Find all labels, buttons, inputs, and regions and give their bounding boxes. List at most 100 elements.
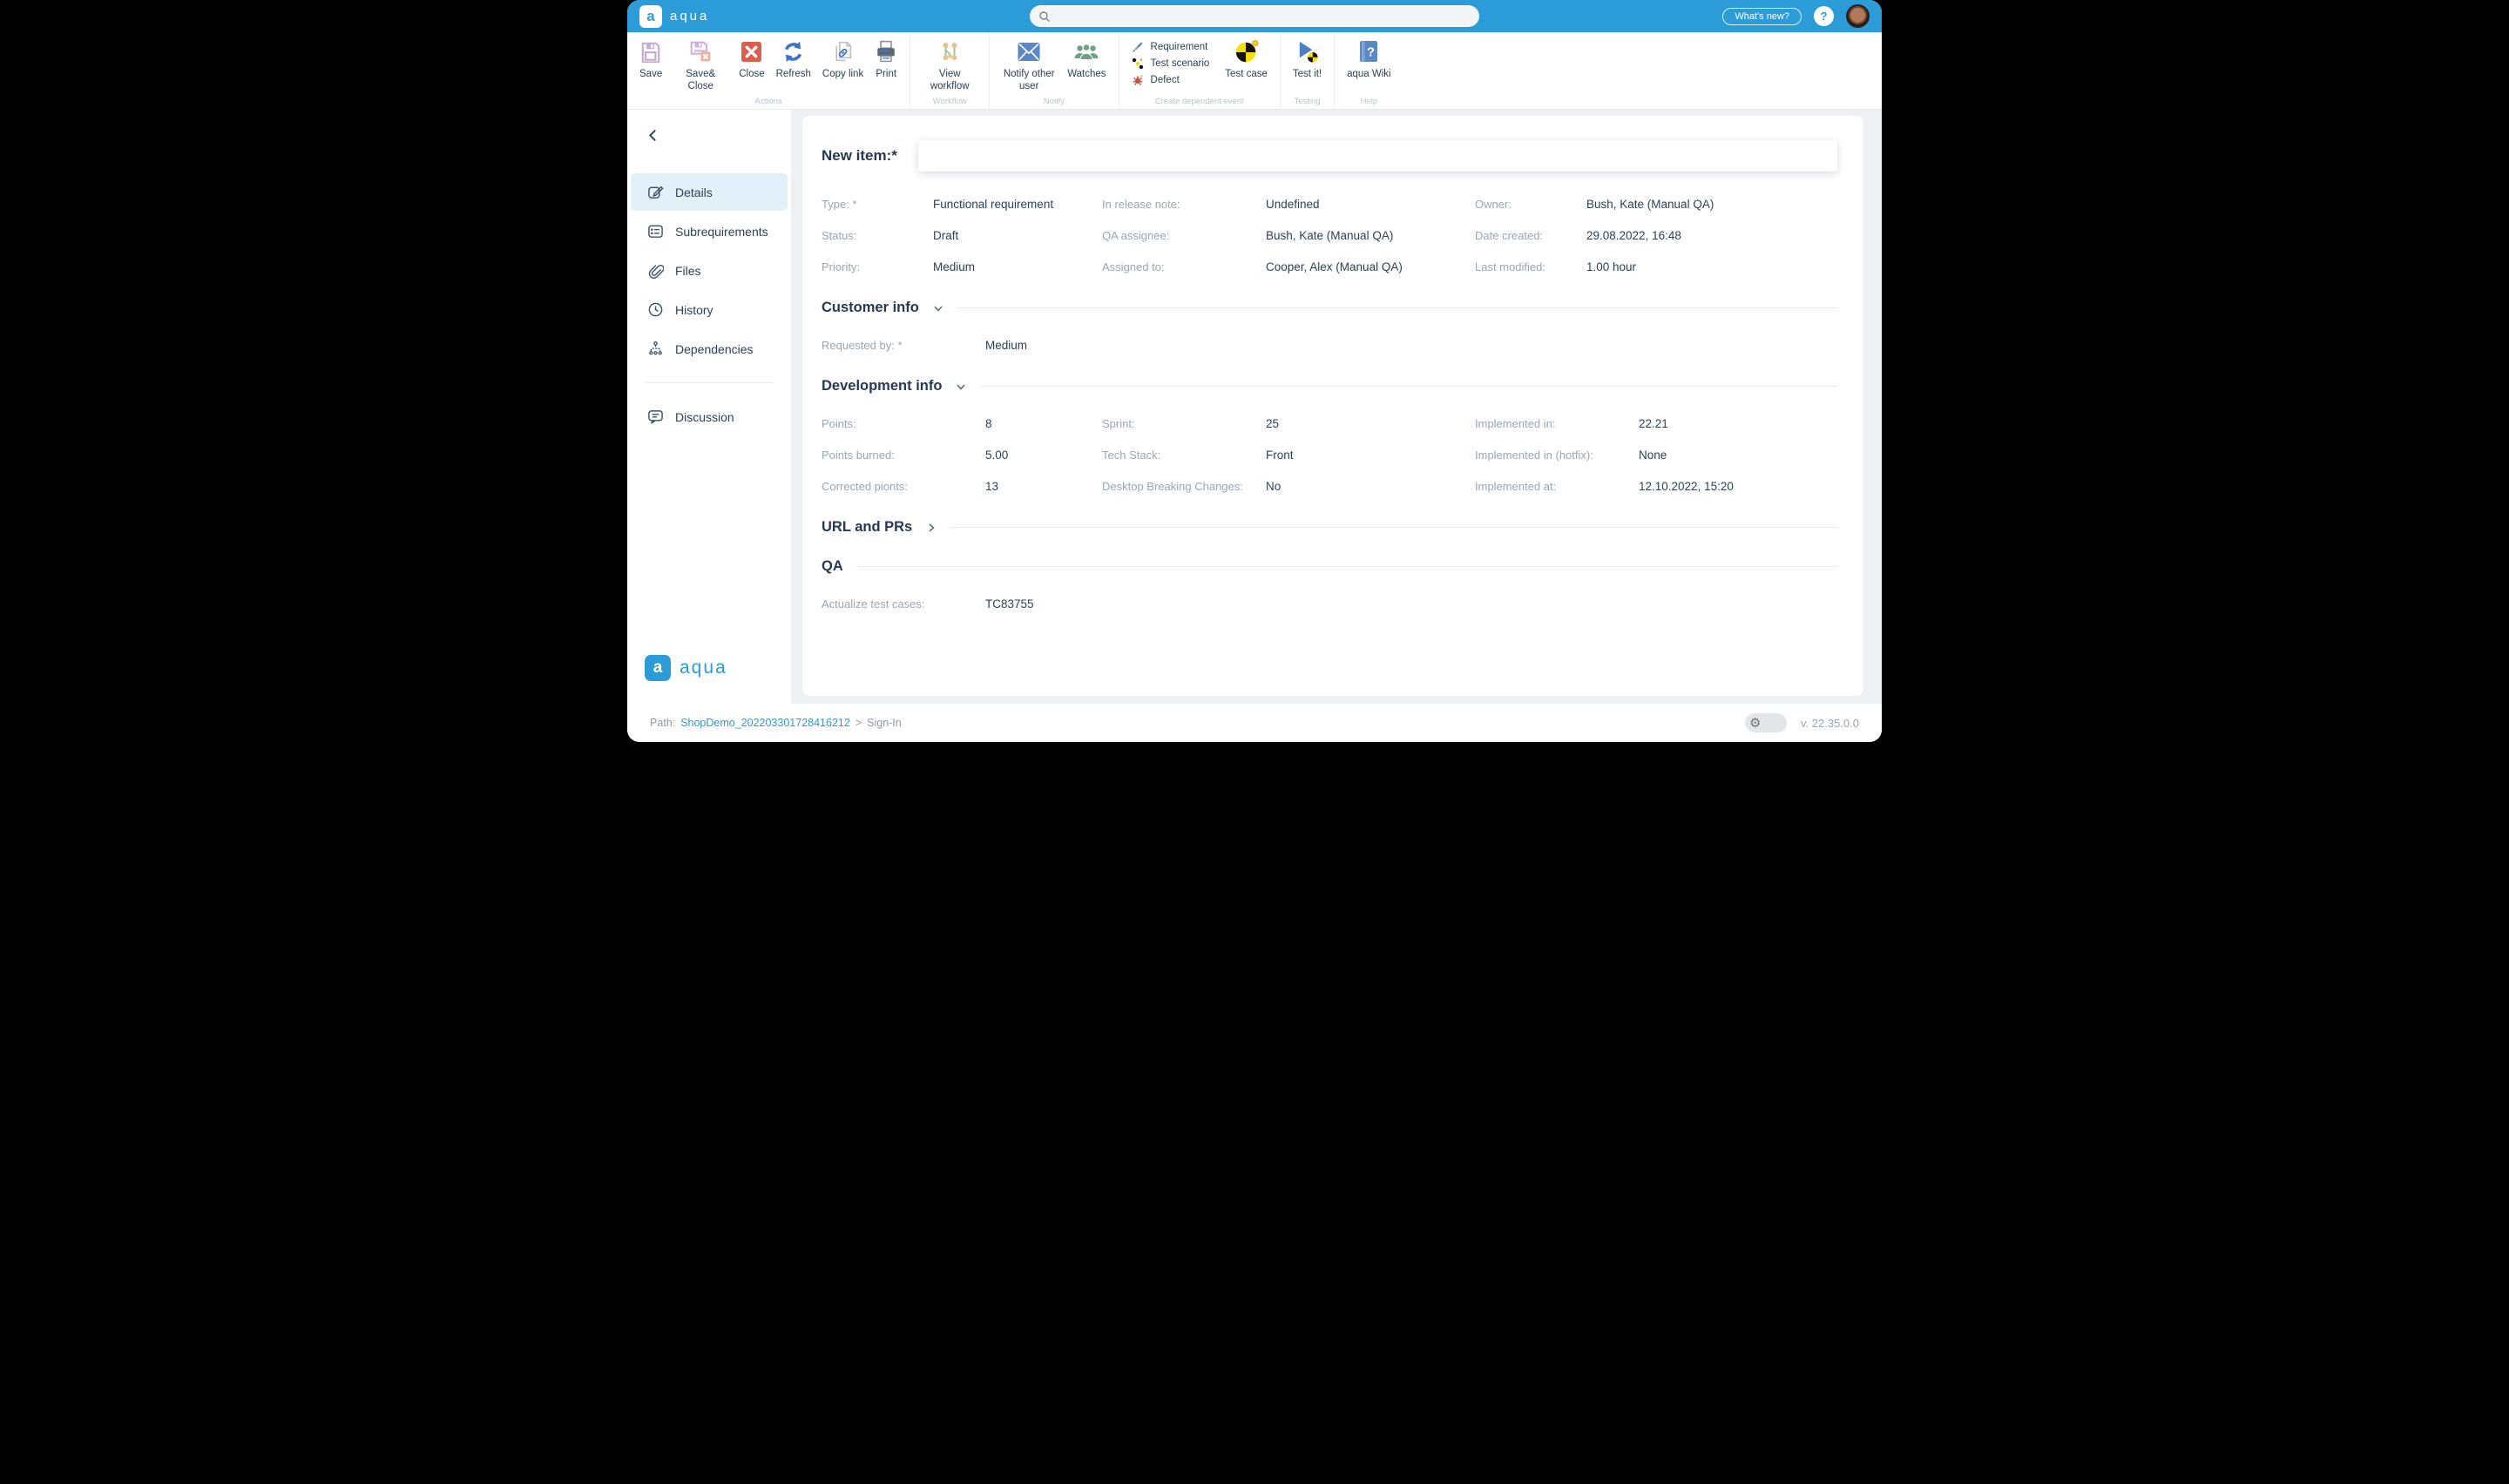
ribbon-toolbar: Save Save& Close Close <box>627 32 1882 110</box>
printer-icon <box>875 39 897 64</box>
section-title: QA <box>822 558 843 575</box>
field-implemented-in: Implemented in:22.21 <box>1475 417 1837 430</box>
test-case-target-icon <box>1234 39 1260 64</box>
create-test-scenario-label: Test scenario <box>1151 58 1210 69</box>
create-defect-item[interactable]: Defect <box>1132 74 1210 86</box>
section-title: Development info <box>822 378 942 395</box>
test-scenario-dots-icon <box>1132 57 1144 70</box>
save-and-close-button[interactable]: Save& Close <box>673 39 727 93</box>
new-item-title-input[interactable] <box>918 140 1837 172</box>
search-icon <box>1038 10 1051 23</box>
breadcrumb-project-link[interactable]: ShopDemo_202203301728416212 <box>680 717 850 729</box>
content-area: New item:* Type: *Functional requirement… <box>791 110 1882 704</box>
close-x-icon <box>741 39 762 64</box>
aqua-wiki-button[interactable]: ? aqua Wiki <box>1347 39 1391 80</box>
toolbar-group-label-actions: Actions <box>627 97 910 109</box>
aqua-logo-icon: a <box>639 5 662 28</box>
toolbar-group-label-help: Help <box>1335 97 1403 109</box>
save-label: Save <box>639 68 662 80</box>
notify-other-user-label: Notify other user <box>1002 68 1056 93</box>
field-qa-assignee: QA assignee:Bush, Kate (Manual QA) <box>1102 229 1475 242</box>
section-divider-line <box>980 386 1837 387</box>
svg-text:?: ? <box>1367 45 1375 60</box>
whats-new-button[interactable]: What's new? <box>1722 8 1802 25</box>
sidebar-item-subrequirements[interactable]: Subrequirements <box>631 212 788 250</box>
paperclip-icon <box>646 262 664 279</box>
chevron-down-icon[interactable] <box>955 381 967 393</box>
test-it-button[interactable]: Test it! <box>1293 39 1322 80</box>
field-points-burned: Points burned:5.00 <box>822 449 1102 462</box>
sidebar-item-history[interactable]: History <box>631 291 788 328</box>
sidebar-item-files[interactable]: Files <box>631 252 788 289</box>
sidebar-item-label: Discussion <box>675 410 734 424</box>
section-customer-info[interactable]: Customer info <box>822 300 1837 316</box>
sidebar-item-discussion[interactable]: Discussion <box>631 398 788 435</box>
field-implemented-at: Implemented at:12.10.2022, 15:20 <box>1475 480 1837 493</box>
view-workflow-label: View workflow <box>923 68 977 93</box>
sidebar-item-dependencies[interactable]: Dependencies <box>631 330 788 368</box>
refresh-arrows-icon <box>781 39 805 64</box>
aqua-wiki-label: aqua Wiki <box>1347 68 1391 80</box>
field-priority: Priority:Medium <box>822 260 1102 273</box>
search-input[interactable] <box>1057 10 1471 24</box>
field-corrected-pionts: Corrected pionts:13 <box>822 480 1102 493</box>
gear-icon: ⚙ <box>1749 717 1761 730</box>
details-card: New item:* Type: *Functional requirement… <box>802 116 1863 696</box>
field-date-created: Date created:29.08.2022, 16:48 <box>1475 229 1837 242</box>
copy-link-button[interactable]: Copy link <box>822 39 863 80</box>
notify-other-user-button[interactable]: Notify other user <box>1002 39 1056 93</box>
collapse-sidebar-chevron-icon[interactable] <box>646 129 660 146</box>
chevron-right-icon[interactable] <box>925 522 937 534</box>
section-url-and-prs[interactable]: URL and PRs <box>822 519 1837 536</box>
sidebar-item-label: Subrequirements <box>675 225 768 239</box>
watches-button[interactable]: Watches <box>1067 39 1106 80</box>
toolbar-group-actions: Save Save& Close Close <box>627 32 910 109</box>
chevron-down-icon[interactable] <box>932 302 944 314</box>
aqua-logo[interactable]: a aqua <box>639 5 709 28</box>
create-test-case-button[interactable]: Test case <box>1225 39 1268 80</box>
create-defect-label: Defect <box>1151 75 1180 85</box>
create-test-case-label: Test case <box>1225 68 1268 80</box>
settings-toggle[interactable]: ⚙ <box>1745 713 1787 732</box>
global-search[interactable] <box>1030 5 1479 27</box>
sidebar-item-label: Files <box>675 264 701 278</box>
help-icon[interactable]: ? <box>1814 6 1834 26</box>
user-avatar[interactable] <box>1846 4 1870 28</box>
development-info-fields: Points:8 Points burned:5.00 Corrected pi… <box>822 417 1837 493</box>
dependency-tree-icon <box>646 341 664 357</box>
general-fields: Type: *Functional requirement Status:Dra… <box>822 198 1837 273</box>
print-button[interactable]: Print <box>875 39 897 80</box>
sidebar-divider <box>645 382 774 383</box>
new-item-label: New item:* <box>822 147 897 165</box>
sidebar-item-label: Dependencies <box>675 342 754 356</box>
section-divider-line <box>950 527 1837 528</box>
create-requirement-label: Requirement <box>1151 42 1208 52</box>
field-status: Status:Draft <box>822 229 1102 242</box>
status-bar: Path: ShopDemo_202203301728416212 > Sign… <box>627 704 1882 742</box>
toolbar-group-workflow: View workflow Workflow <box>910 32 990 109</box>
save-button[interactable]: Save <box>639 39 662 80</box>
refresh-label: Refresh <box>776 68 811 80</box>
left-sidebar: Details Subrequirements Files History <box>627 110 791 704</box>
clock-icon <box>646 301 664 318</box>
field-last-modified: Last modified:1.00 hour <box>1475 260 1837 273</box>
section-development-info[interactable]: Development info <box>822 378 1837 395</box>
workflow-tree-icon <box>937 39 962 64</box>
toolbar-group-testing: Test it! Testing <box>1281 32 1335 109</box>
close-button[interactable]: Close <box>739 39 764 80</box>
edit-icon <box>646 184 664 200</box>
create-test-scenario-item[interactable]: Test scenario <box>1132 57 1210 70</box>
create-requirement-item[interactable]: Requirement <box>1132 41 1210 53</box>
app-window: a aqua What's new? ? Save <box>627 0 1882 742</box>
test-it-play-icon <box>1295 39 1320 64</box>
refresh-button[interactable]: Refresh <box>776 39 811 80</box>
field-owner: Owner:Bush, Kate (Manual QA) <box>1475 198 1837 211</box>
field-assigned-to: Assigned to:Cooper, Alex (Manual QA) <box>1102 260 1475 273</box>
save-and-close-label: Save& Close <box>673 68 727 93</box>
field-actualize-test-cases: Actualize test cases:TC83755 <box>822 597 1102 610</box>
floppy-save-close-icon <box>689 39 712 64</box>
view-workflow-button[interactable]: View workflow <box>923 39 977 93</box>
sidebar-item-details[interactable]: Details <box>631 173 788 211</box>
aqua-logo-icon: a <box>645 655 671 681</box>
app-version: v. 22.35.0.0 <box>1801 717 1859 730</box>
